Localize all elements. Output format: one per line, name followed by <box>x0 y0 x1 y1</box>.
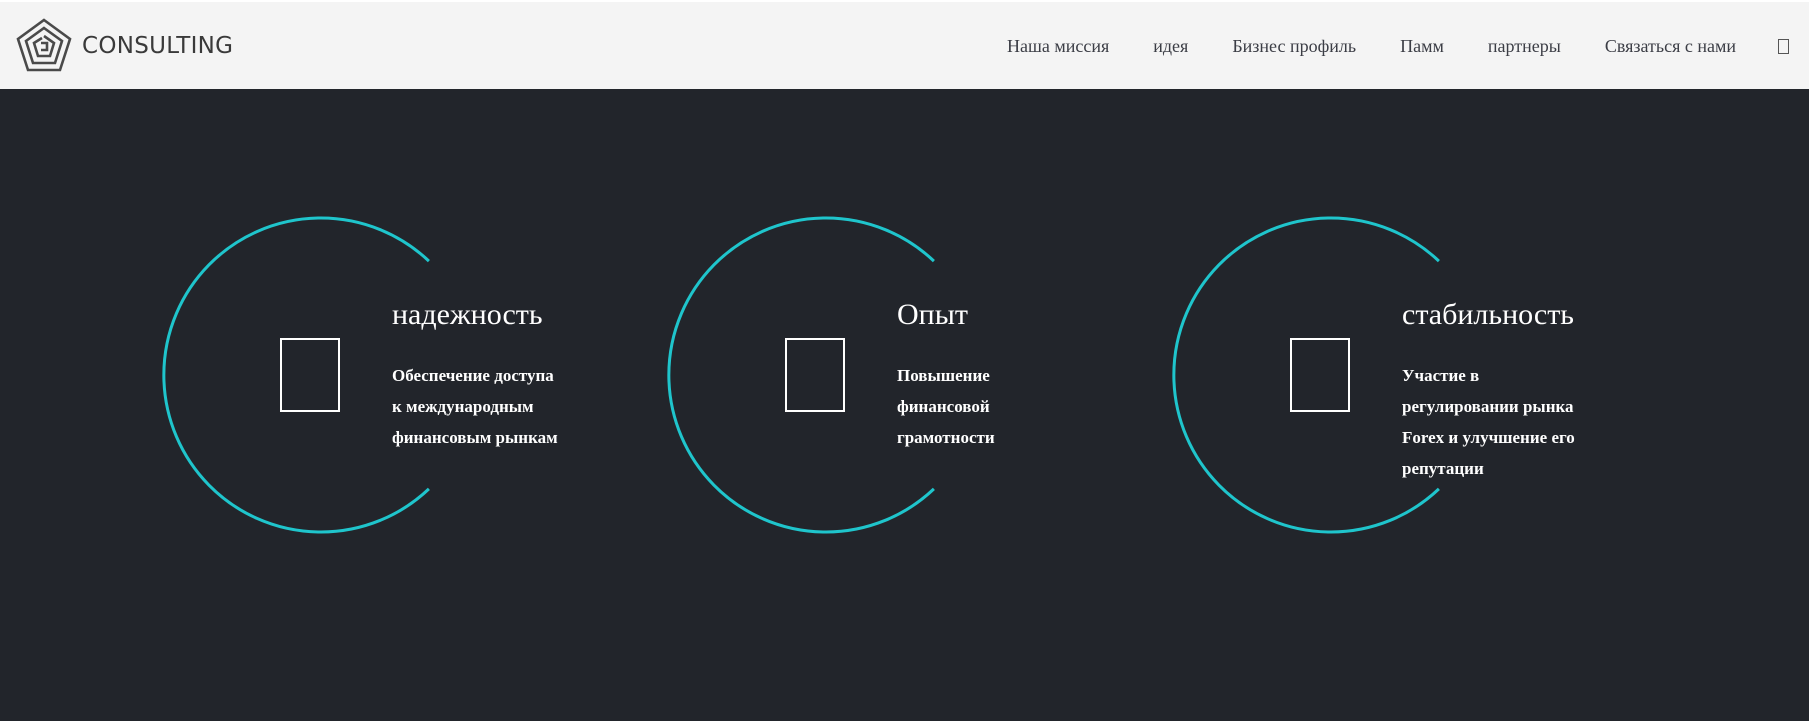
feature-description-line: Участие в <box>1402 366 1480 385</box>
feature-description-line: репутации <box>1402 459 1484 478</box>
missing-glyph-icon <box>280 338 340 412</box>
feature-description-line: регулировании рынка <box>1402 397 1574 416</box>
feature-title: надежность <box>392 298 543 331</box>
feature-description-line: Forex и улучшение его <box>1402 428 1575 447</box>
nav-item-pamm[interactable]: Памм <box>1400 36 1444 57</box>
feature-description-line: Обеспечение доступа <box>392 366 554 385</box>
feature-description-line: финансовым рынкам <box>392 428 558 447</box>
feature-title: стабильность <box>1402 298 1574 331</box>
feature-stability: стабильность Участие в регулировании рын… <box>1165 215 1625 535</box>
feature-description: Повышение финансовой грамотности <box>897 360 1117 453</box>
feature-title: Опыт <box>897 298 968 331</box>
nav-item-partners[interactable]: партнеры <box>1488 36 1561 57</box>
nav-item-business-profile[interactable]: Бизнес профиль <box>1232 36 1356 57</box>
logo-text: CONSULTING <box>82 33 234 59</box>
feature-description-line: Повышение <box>897 366 990 385</box>
pentagon-maze-logo-icon <box>16 18 72 72</box>
missing-glyph-icon <box>785 338 845 412</box>
missing-glyph-icon <box>1290 338 1350 412</box>
site-header: CONSULTING Наша миссия идея Бизнес профи… <box>0 0 1809 89</box>
feature-description-line: грамотности <box>897 428 995 447</box>
menu-toggle-icon[interactable] <box>1778 39 1789 54</box>
logo[interactable]: CONSULTING <box>14 15 233 77</box>
nav-item-mission[interactable]: Наша миссия <box>1007 36 1109 57</box>
feature-experience: Опыт Повышение финансовой грамотности <box>660 215 1120 535</box>
nav-item-contact[interactable]: Связаться с нами <box>1605 36 1736 57</box>
feature-description: Обеспечение доступа к международным фина… <box>392 360 612 453</box>
features-section: надежность Обеспечение доступа к междуна… <box>0 89 1809 721</box>
feature-description: Участие в регулировании рынка Forex и ул… <box>1402 360 1622 484</box>
main-nav: Наша миссия идея Бизнес профиль Памм пар… <box>1007 2 1789 91</box>
feature-description-line: к международным <box>392 397 534 416</box>
feature-reliability: надежность Обеспечение доступа к междуна… <box>155 215 615 535</box>
feature-description-line: финансовой <box>897 397 990 416</box>
nav-item-idea[interactable]: идея <box>1153 36 1188 57</box>
